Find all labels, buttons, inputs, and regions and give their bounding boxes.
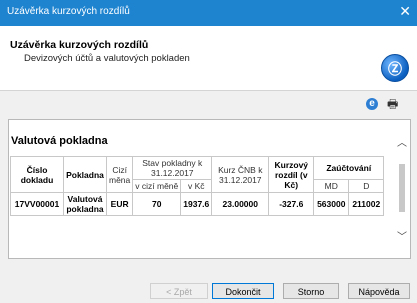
col-md: MD [313,179,350,193]
cell-rate: 23.00000 [211,192,270,216]
col-balance: Stav pokladny k 31.12.2017 [132,156,213,180]
cell-balance-czk: 1937.6 [180,192,213,216]
cell-md: 563000 [313,192,350,216]
scroll-thumb[interactable] [399,164,405,212]
ie-icon[interactable]: e [366,98,380,112]
col-posting: Zaúčtování [313,156,385,180]
help-button[interactable]: Nápověda [348,283,410,299]
col-d: D [348,179,385,193]
col-diff: Kurzový rozdíl (v Kč) [268,156,315,193]
section-title: Valutová pokladna [11,135,108,147]
cell-register: Valutová pokladna [63,192,107,216]
finish-button[interactable]: Dokončit [212,283,274,299]
vertical-scrollbar[interactable]: ︿ ﹀ [394,120,410,258]
back-button[interactable]: < Zpět [150,283,208,299]
scroll-up-icon[interactable]: ︿ [397,134,407,149]
col-register: Pokladna [63,156,107,193]
close-icon[interactable]: ✕ [399,3,411,20]
exchange-diff-table: Číslo dokladu Pokladna Cizí měna Stav po… [10,156,385,216]
cancel-button[interactable]: Storno [283,283,339,299]
window-title: Uzávěrka kurzových rozdílů [7,6,130,17]
header-subtitle: Devizových účtů a valutových pokladen [24,53,190,64]
col-balance-czk: v Kč [180,179,213,193]
wizard-header: Uzávěrka kurzových rozdílů Devizových úč… [0,26,417,91]
cell-currency: EUR [105,192,134,216]
header-title: Uzávěrka kurzových rozdílů [10,39,149,51]
col-rate: Kurz ČNB k 31.12.2017 [211,156,270,193]
scroll-down-icon[interactable]: ﹀ [397,228,407,243]
cell-d: 211002 [348,192,385,216]
wizard-logo-icon: Ⓩ [381,54,409,82]
cell-doc-no: 17VV00001 [10,192,64,216]
col-balance-foreign: v cizí měně [132,179,182,193]
wizard-logo-glyph: Ⓩ [388,61,402,77]
print-icon[interactable]: 🖶 [387,98,403,112]
cell-balance-foreign: 70 [132,192,182,216]
col-currency: Cizí měna [105,156,134,193]
cell-diff: -327.6 [268,192,315,216]
title-bar: Uzávěrka kurzových rozdílů ✕ [0,0,417,26]
col-doc-no: Číslo dokladu [10,156,64,193]
results-panel: Valutová pokladna Číslo dokladu Pokladna… [8,119,411,259]
table-row[interactable]: 17VV00001 Valutová pokladna EUR 70 1937.… [10,192,385,216]
